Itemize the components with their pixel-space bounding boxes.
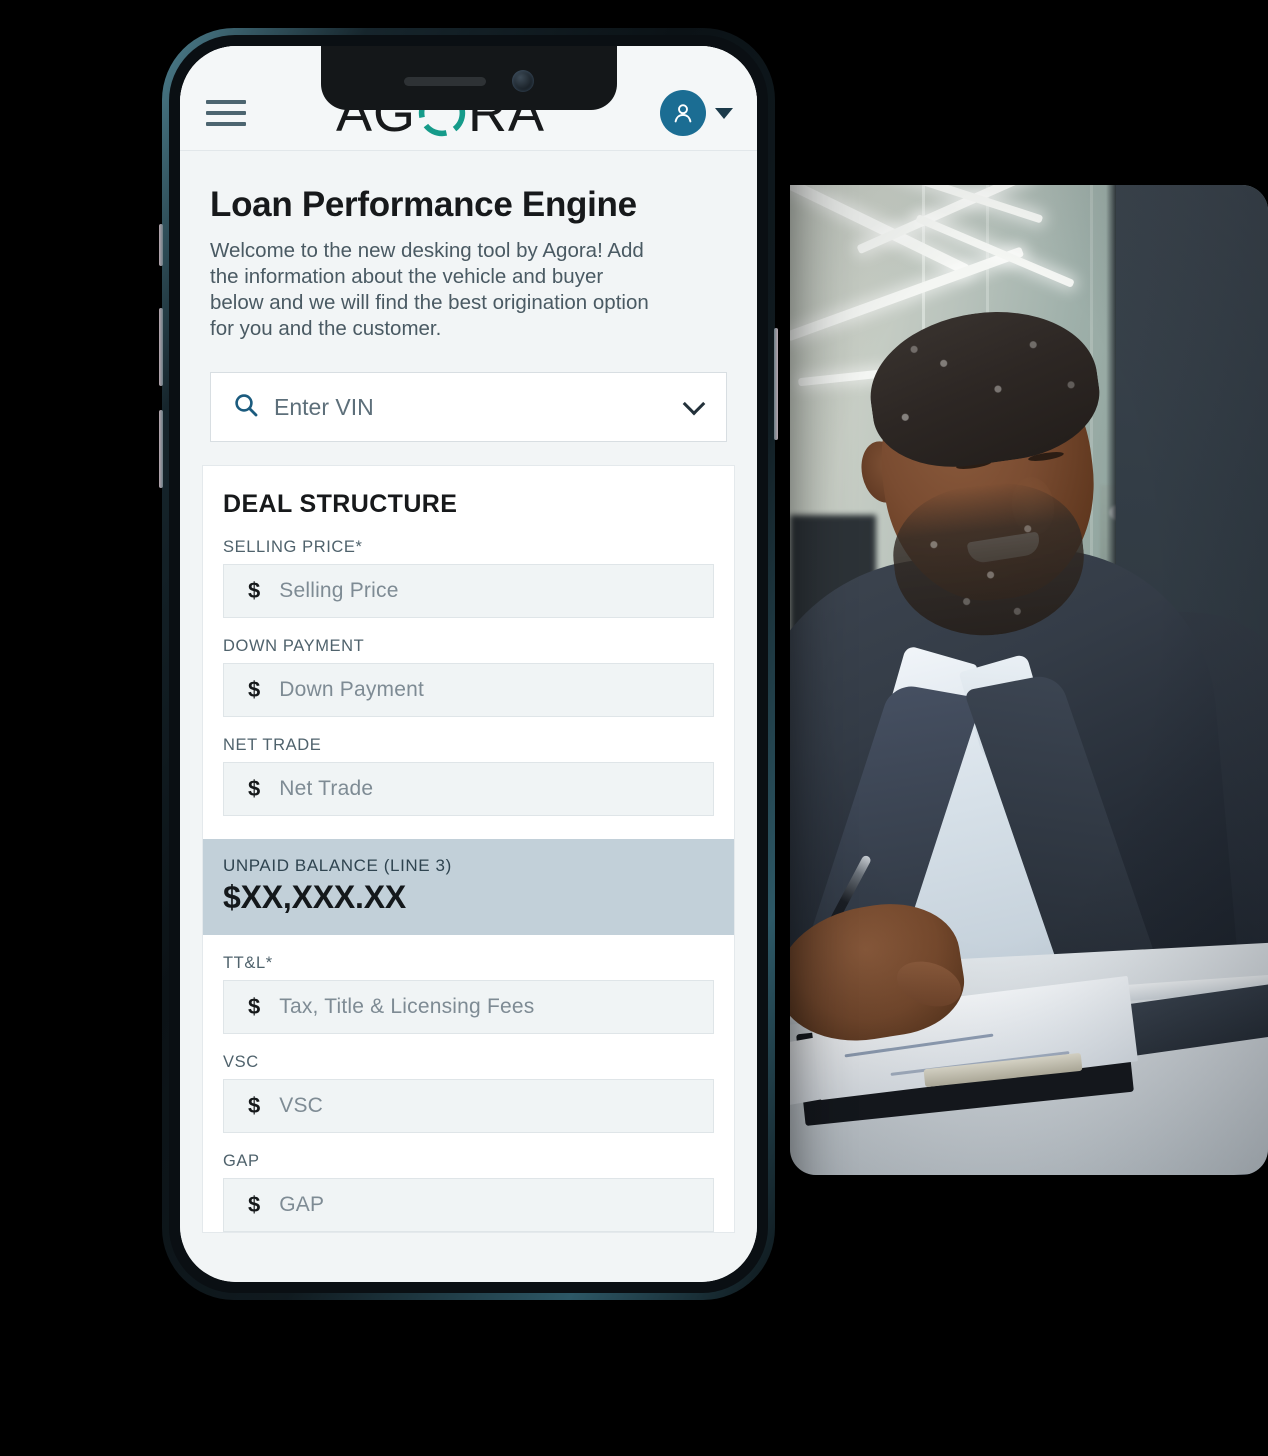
field-label-down-payment: DOWN PAYMENT bbox=[223, 637, 365, 656]
vsc-input[interactable]: VSC bbox=[279, 1094, 323, 1118]
field-label-gap: GAP bbox=[223, 1152, 260, 1171]
field-down-payment[interactable]: $ Down Payment bbox=[223, 663, 714, 718]
field-vsc[interactable]: $ VSC bbox=[223, 1079, 714, 1134]
field-ttl[interactable]: $ Tax, Title & Licensing Fees bbox=[223, 980, 714, 1035]
unpaid-balance-row: UNPAID BALANCE (LINE 3) $XX,XXX.XX bbox=[203, 839, 734, 936]
page-title: Loan Performance Engine bbox=[210, 185, 637, 224]
vin-input[interactable]: Enter VIN bbox=[274, 394, 671, 421]
volume-down-button[interactable] bbox=[159, 410, 163, 488]
currency-icon: $ bbox=[248, 677, 261, 703]
hero-photo bbox=[790, 185, 1268, 1175]
field-selling-price[interactable]: $ Selling Price bbox=[223, 564, 714, 619]
chevron-down-icon[interactable] bbox=[682, 392, 706, 415]
person-icon bbox=[674, 104, 692, 123]
mute-switch[interactable] bbox=[159, 224, 163, 266]
currency-icon: $ bbox=[248, 578, 261, 604]
field-net-trade[interactable]: $ Net Trade bbox=[223, 762, 714, 817]
front-camera bbox=[511, 70, 534, 92]
power-button[interactable] bbox=[774, 328, 778, 440]
page-description: Welcome to the new desking tool by Agora… bbox=[210, 239, 649, 341]
phone-screen: AG RA Loan Performance Engine Welcome to… bbox=[180, 46, 757, 1282]
avatar[interactable] bbox=[660, 90, 706, 136]
gap-input[interactable]: GAP bbox=[279, 1193, 324, 1217]
phone-bezel: AG RA Loan Performance Engine Welcome to… bbox=[169, 35, 768, 1293]
down-payment-input[interactable]: Down Payment bbox=[279, 678, 424, 702]
currency-icon: $ bbox=[248, 776, 261, 802]
app-viewport: AG RA Loan Performance Engine Welcome to… bbox=[180, 46, 757, 1282]
earpiece-speaker bbox=[403, 76, 486, 86]
currency-icon: $ bbox=[248, 994, 261, 1020]
field-label-ttl: TT&L* bbox=[223, 954, 273, 973]
unpaid-balance-value: $XX,XXX.XX bbox=[223, 879, 406, 916]
currency-icon: $ bbox=[248, 1093, 261, 1119]
currency-icon: $ bbox=[248, 1192, 261, 1218]
field-label-net-trade: NET TRADE bbox=[223, 736, 322, 755]
volume-up-button[interactable] bbox=[159, 308, 163, 386]
field-gap[interactable]: $ GAP bbox=[223, 1178, 714, 1233]
photo-vignette bbox=[790, 185, 1268, 1175]
app-content: Loan Performance Engine Welcome to the n… bbox=[180, 151, 757, 1234]
deal-structure-card: DEAL STRUCTURE SELLING PRICE* $ Selling … bbox=[202, 465, 735, 1234]
net-trade-input[interactable]: Net Trade bbox=[279, 777, 373, 801]
search-icon bbox=[233, 392, 259, 423]
profile-menu[interactable] bbox=[660, 90, 733, 136]
ttl-input[interactable]: Tax, Title & Licensing Fees bbox=[279, 995, 534, 1019]
selling-price-input[interactable]: Selling Price bbox=[279, 579, 398, 603]
unpaid-balance-label: UNPAID BALANCE (LINE 3) bbox=[223, 856, 452, 876]
phone-notch bbox=[320, 46, 617, 110]
phone-device: AG RA Loan Performance Engine Welcome to… bbox=[159, 28, 778, 1300]
field-label-selling-price: SELLING PRICE* bbox=[223, 538, 363, 557]
photo-scene bbox=[790, 185, 1268, 1175]
vin-search-field[interactable]: Enter VIN bbox=[210, 372, 727, 443]
field-label-vsc: VSC bbox=[223, 1053, 259, 1072]
page-root: AG RA Loan Performance Engine Welcome to… bbox=[0, 0, 1268, 1456]
deal-fields-top: SELLING PRICE* $ Selling Price DOWN PAYM… bbox=[203, 538, 734, 817]
caret-down-icon[interactable] bbox=[715, 107, 733, 119]
deal-structure-title: DEAL STRUCTURE bbox=[223, 490, 458, 519]
deal-fields-bottom: TT&L* $ Tax, Title & Licensing Fees VSC … bbox=[203, 954, 734, 1233]
